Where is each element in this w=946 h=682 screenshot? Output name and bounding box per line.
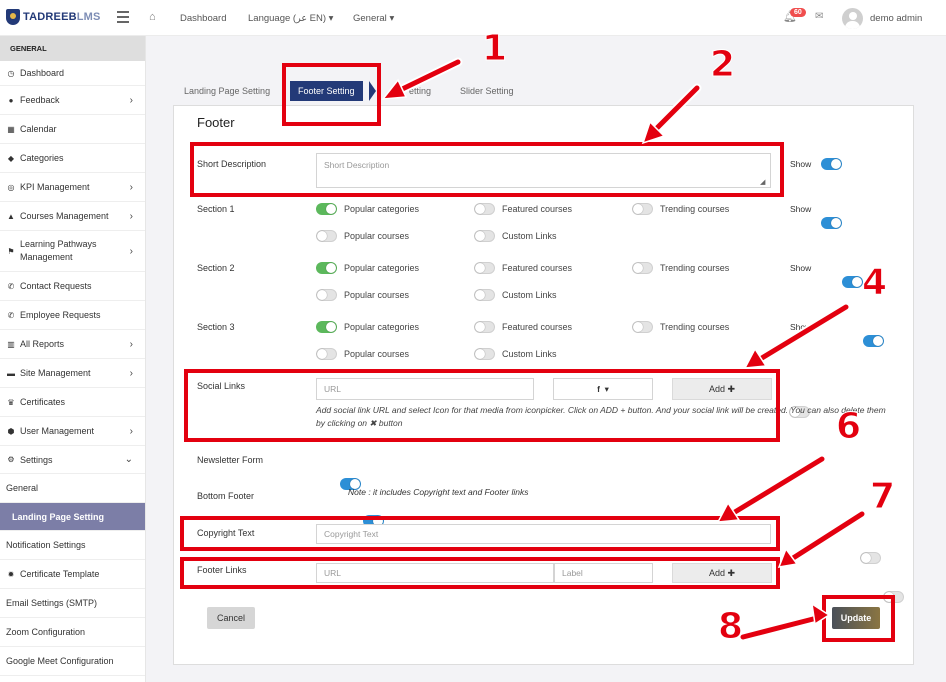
callout-number-6: 6 (835, 406, 862, 448)
annotation-arrows (381, 57, 867, 642)
callout-number-1: 1 (481, 28, 508, 70)
callout-number-4: 4 (861, 262, 888, 304)
callout-number-7: 7 (869, 476, 896, 518)
callout-number-2: 2 (709, 44, 736, 86)
callout-number-8: 8 (717, 606, 744, 648)
